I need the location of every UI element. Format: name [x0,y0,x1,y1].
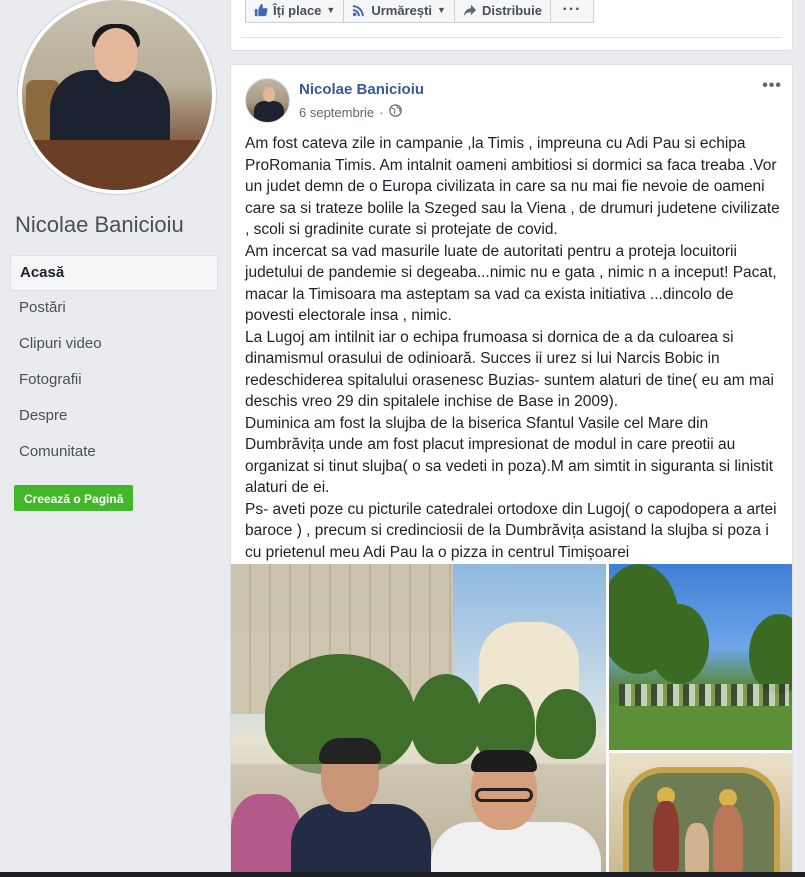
nav-item-comunitate[interactable]: Comunitate [10,435,218,471]
thumbs-up-icon [254,3,268,17]
post-paragraph: Duminica am fost la slujba de la biseric… [245,414,774,497]
share-arrow-icon [463,3,477,17]
page-actions-card: Îți place ▼ Urmărești ▼ Distribuie ··· [230,0,793,51]
profile-picture[interactable] [17,0,217,195]
post-paragraph: La Lugoj am intilnit iar o echipa frumoa… [245,328,774,411]
nav-item-despre[interactable]: Despre [10,399,218,435]
globe-icon[interactable] [388,104,402,120]
more-options-button[interactable]: ··· [549,0,594,23]
post-photo-cathedral-painting[interactable] [609,753,792,877]
post-author[interactable]: Nicolae Banicioiu [299,81,424,98]
post-body: Am fost cateva zile in campanie ,la Timi… [245,133,785,563]
share-page-button[interactable]: Distribuie [453,0,551,23]
nav-item-postari[interactable]: Postări [10,291,218,327]
caret-down-icon: ▼ [437,5,446,15]
post-card: Nicolae Banicioiu 6 septembrie · ••• Am … [230,64,793,877]
bottom-bar [0,872,805,877]
post-photo-friends-pizza[interactable] [231,564,606,877]
follow-page-button[interactable]: Urmărești ▼ [343,0,455,23]
like-label: Îți place [273,2,322,18]
post-paragraph: Am fost cateva zile in campanie ,la Timi… [245,135,780,238]
page-navigation: Acasă Postări Clipuri video Fotografii D… [10,255,218,471]
share-label: Distribuie [481,2,542,18]
caret-down-icon: ▼ [326,5,336,15]
post-paragraph: Am incercat sa vad masurile luate de aut… [245,242,777,325]
nav-item-acasa[interactable]: Acasă [10,255,218,291]
nav-item-fotografii[interactable]: Fotografii [10,363,218,399]
like-page-button[interactable]: Îți place ▼ [245,0,345,23]
post-photo-church-crowd[interactable] [609,564,792,750]
rss-icon [352,3,366,17]
post-paragraph: Ps- aveti poze cu picturile catedralei o… [245,500,777,561]
author-avatar[interactable] [245,78,290,123]
post-meta: 6 septembrie · [299,104,402,120]
nav-item-clipuri-video[interactable]: Clipuri video [10,327,218,363]
follow-label: Urmărești [371,2,433,18]
post-date[interactable]: 6 septembrie [299,105,374,120]
create-page-button[interactable]: Creează o Pagină [14,485,134,511]
post-options-button[interactable]: ••• [762,77,782,95]
post-photo-grid [231,564,792,877]
page-name[interactable]: Nicolae Banicioiu [15,212,184,238]
